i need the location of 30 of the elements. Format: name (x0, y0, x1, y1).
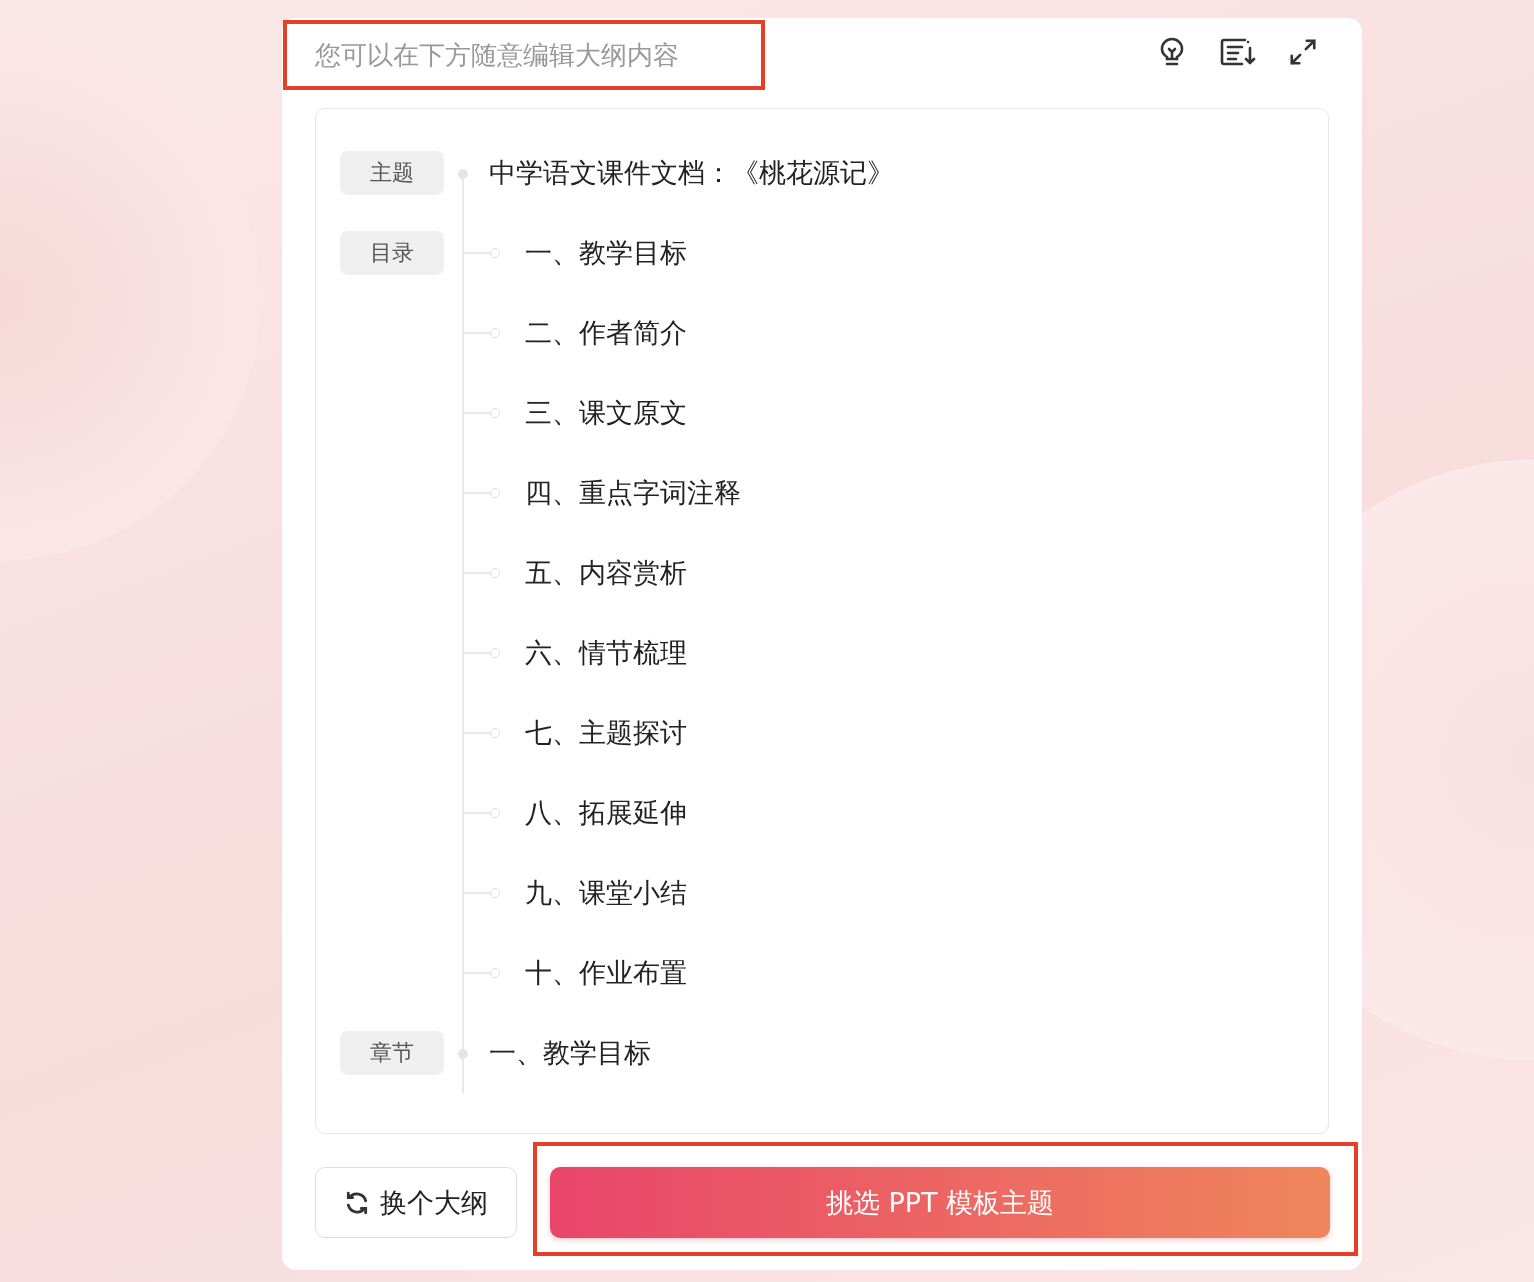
outline-hint: 您可以在下方随意编辑大纲内容 (315, 38, 679, 72)
node-ring-icon (490, 488, 500, 498)
node-ring-icon (490, 968, 500, 978)
outline-item[interactable]: 十、作业布置 (525, 955, 687, 991)
outline-item[interactable]: 七、主题探讨 (525, 715, 687, 751)
outline-item[interactable]: 九、课堂小结 (525, 875, 687, 911)
outline-heading[interactable]: 中学语文课件文档：《桃花源记》 (489, 155, 894, 191)
node-ring-icon (490, 408, 500, 418)
outline-item[interactable]: 六、情节梳理 (525, 635, 687, 671)
node-ring-icon (490, 728, 500, 738)
section-tag: 章节 (340, 1031, 444, 1075)
expand-icon[interactable] (1288, 37, 1318, 67)
node-ring-icon (490, 888, 500, 898)
outline-item[interactable]: 八、拓展延伸 (525, 795, 687, 831)
section-tag: 目录 (340, 231, 444, 275)
refresh-icon (344, 1189, 370, 1216)
node-ring-icon (490, 248, 500, 258)
node-ring-icon (490, 808, 500, 818)
outline-item[interactable]: 五、内容赏析 (525, 555, 687, 591)
outline-item[interactable]: 一、教学目标 (525, 235, 687, 271)
section-tag: 主题 (340, 151, 444, 195)
outline-item[interactable]: 二、作者简介 (525, 315, 687, 351)
node-ring-icon (490, 648, 500, 658)
node-ring-icon (490, 328, 500, 338)
node-ring-icon (490, 568, 500, 578)
outline-item[interactable]: 三、课文原文 (525, 395, 687, 431)
change-outline-button[interactable]: 换个大纲 (315, 1167, 517, 1238)
outline-item[interactable]: 四、重点字词注释 (525, 475, 741, 511)
outline-heading[interactable]: 一、教学目标 (489, 1035, 651, 1071)
outline-download-icon[interactable] (1218, 36, 1258, 68)
